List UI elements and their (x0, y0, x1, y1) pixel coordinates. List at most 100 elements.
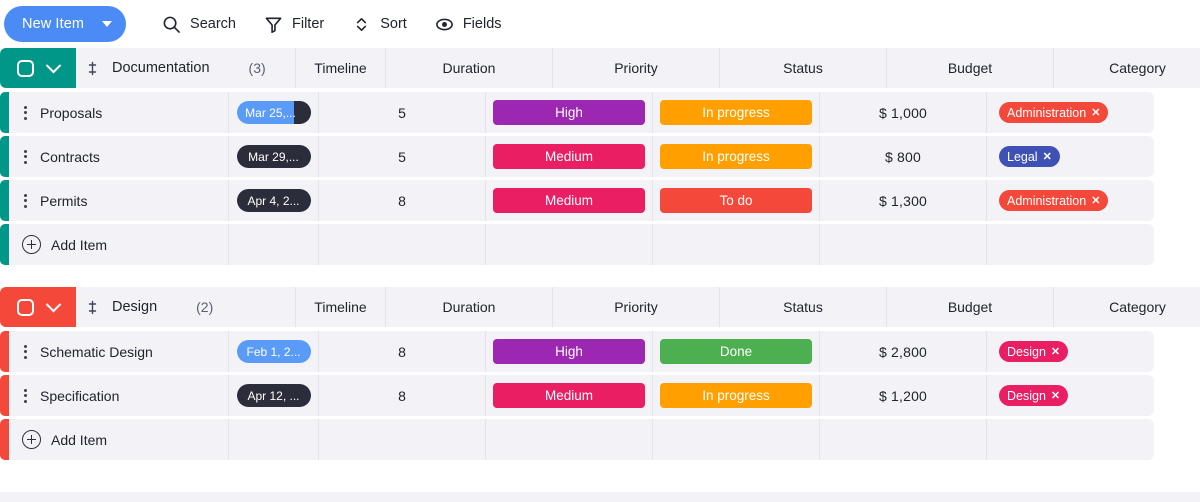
column-header-timeline[interactable]: Timeline (296, 48, 386, 88)
category-cell[interactable]: Legal ✕ (987, 136, 1154, 177)
category-tag-label: Administration (1007, 105, 1087, 120)
fields-button[interactable]: Fields (421, 6, 516, 42)
budget-cell[interactable]: $ 1,300 (820, 180, 987, 221)
add-item-cell[interactable]: Add Item (9, 224, 229, 265)
status-badge[interactable]: To do (660, 188, 812, 213)
row-title-cell[interactable]: Proposals (9, 92, 229, 133)
column-header-budget[interactable]: Budget (887, 48, 1054, 88)
group-title-cell: Design (2) (76, 287, 296, 327)
drag-handle-icon[interactable] (88, 61, 97, 76)
row-menu-icon[interactable] (21, 344, 27, 359)
column-header-category[interactable]: Category (1054, 48, 1200, 88)
category-cell[interactable]: Design ✕ (987, 331, 1154, 372)
timeline-pill[interactable]: Feb 1, 2... (236, 340, 311, 363)
category-tag[interactable]: Legal ✕ (999, 146, 1060, 167)
chevron-down-icon[interactable] (102, 21, 113, 27)
timeline-cell[interactable]: Mar 25,... (229, 92, 319, 133)
add-item-cell[interactable]: Add Item (9, 419, 229, 460)
duration-cell[interactable]: 8 (319, 180, 486, 221)
search-button[interactable]: Search (148, 6, 250, 42)
group-checkbox[interactable] (17, 59, 34, 77)
status-badge[interactable]: In progress (660, 100, 812, 125)
row-menu-icon[interactable] (21, 193, 27, 208)
add-item-row[interactable]: Add Item (0, 419, 1200, 460)
chevron-down-icon[interactable] (45, 57, 62, 73)
column-header-duration[interactable]: Duration (386, 287, 553, 327)
priority-badge[interactable]: Medium (493, 383, 645, 408)
column-header-status[interactable]: Status (720, 287, 887, 327)
category-tag-label: Legal (1007, 149, 1038, 164)
column-header-category[interactable]: Category (1054, 287, 1200, 327)
timeline-cell[interactable]: Mar 29,... (229, 136, 319, 177)
column-header-priority[interactable]: Priority (553, 287, 720, 327)
status-badge[interactable]: Done (660, 339, 812, 364)
timeline-cell[interactable]: Apr 12, ... (229, 375, 319, 416)
filter-button[interactable]: Filter (250, 6, 338, 42)
timeline-pill[interactable]: Mar 25,... (236, 101, 311, 124)
priority-badge[interactable]: High (493, 339, 645, 364)
priority-cell[interactable]: Medium (486, 180, 653, 221)
row-title-cell[interactable]: Specification (9, 375, 229, 416)
priority-badge[interactable]: Medium (493, 144, 645, 169)
column-header-duration[interactable]: Duration (386, 48, 553, 88)
priority-cell[interactable]: High (486, 331, 653, 372)
category-tag[interactable]: Administration ✕ (999, 190, 1109, 211)
timeline-cell[interactable]: Apr 4, 2... (229, 180, 319, 221)
priority-cell[interactable]: Medium (486, 136, 653, 177)
category-cell[interactable]: Administration ✕ (987, 92, 1154, 133)
budget-cell[interactable]: $ 1,200 (820, 375, 987, 416)
row-menu-icon[interactable] (21, 388, 27, 403)
row-title-cell[interactable]: Schematic Design (9, 331, 229, 372)
category-cell[interactable]: Administration ✕ (987, 180, 1154, 221)
row-title-cell[interactable]: Contracts (9, 136, 229, 177)
priority-badge[interactable]: Medium (493, 188, 645, 213)
budget-cell[interactable]: $ 2,800 (820, 331, 987, 372)
timeline-pill[interactable]: Apr 4, 2... (236, 189, 311, 212)
status-badge[interactable]: In progress (660, 383, 812, 408)
column-header-budget[interactable]: Budget (887, 287, 1054, 327)
category-tag[interactable]: Administration ✕ (999, 102, 1109, 123)
add-row-empty-cell (229, 224, 319, 265)
budget-cell[interactable]: $ 800 (820, 136, 987, 177)
group-select-control[interactable] (0, 287, 76, 327)
priority-cell[interactable]: High (486, 92, 653, 133)
column-header-status[interactable]: Status (720, 48, 887, 88)
duration-cell[interactable]: 8 (319, 375, 486, 416)
row-menu-icon[interactable] (21, 149, 27, 164)
row-menu-icon[interactable] (21, 105, 27, 120)
timeline-pill[interactable]: Apr 12, ... (236, 384, 311, 407)
budget-cell[interactable]: $ 1,000 (820, 92, 987, 133)
close-icon[interactable]: ✕ (1051, 345, 1060, 358)
status-badge[interactable]: In progress (660, 144, 812, 169)
column-header-timeline[interactable]: Timeline (296, 287, 386, 327)
status-cell[interactable]: In progress (653, 375, 820, 416)
row-title-cell[interactable]: Permits (9, 180, 229, 221)
duration-cell[interactable]: 8 (319, 331, 486, 372)
group-select-control[interactable] (0, 48, 76, 88)
sort-button[interactable]: Sort (338, 6, 421, 42)
new-item-button[interactable]: New Item (4, 6, 127, 42)
group-checkbox[interactable] (17, 298, 34, 316)
category-tag[interactable]: Design ✕ (999, 341, 1069, 362)
status-cell[interactable]: In progress (653, 136, 820, 177)
close-icon[interactable]: ✕ (1043, 150, 1052, 163)
status-cell[interactable]: Done (653, 331, 820, 372)
status-cell[interactable]: To do (653, 180, 820, 221)
close-icon[interactable]: ✕ (1091, 106, 1100, 119)
priority-cell[interactable]: Medium (486, 375, 653, 416)
close-icon[interactable]: ✕ (1091, 194, 1100, 207)
status-cell[interactable]: In progress (653, 92, 820, 133)
add-item-row[interactable]: Add Item (0, 224, 1200, 265)
duration-cell[interactable]: 5 (319, 136, 486, 177)
duration-cell[interactable]: 5 (319, 92, 486, 133)
category-cell[interactable]: Design ✕ (987, 375, 1154, 416)
timeline-pill[interactable]: Mar 29,... (236, 145, 311, 168)
drag-handle-icon[interactable] (88, 300, 97, 315)
priority-badge[interactable]: High (493, 100, 645, 125)
category-tag[interactable]: Design ✕ (999, 385, 1069, 406)
timeline-cell[interactable]: Feb 1, 2... (229, 331, 319, 372)
add-row-empty-cell (486, 224, 653, 265)
close-icon[interactable]: ✕ (1051, 389, 1060, 402)
column-header-priority[interactable]: Priority (553, 48, 720, 88)
chevron-down-icon[interactable] (45, 296, 62, 312)
